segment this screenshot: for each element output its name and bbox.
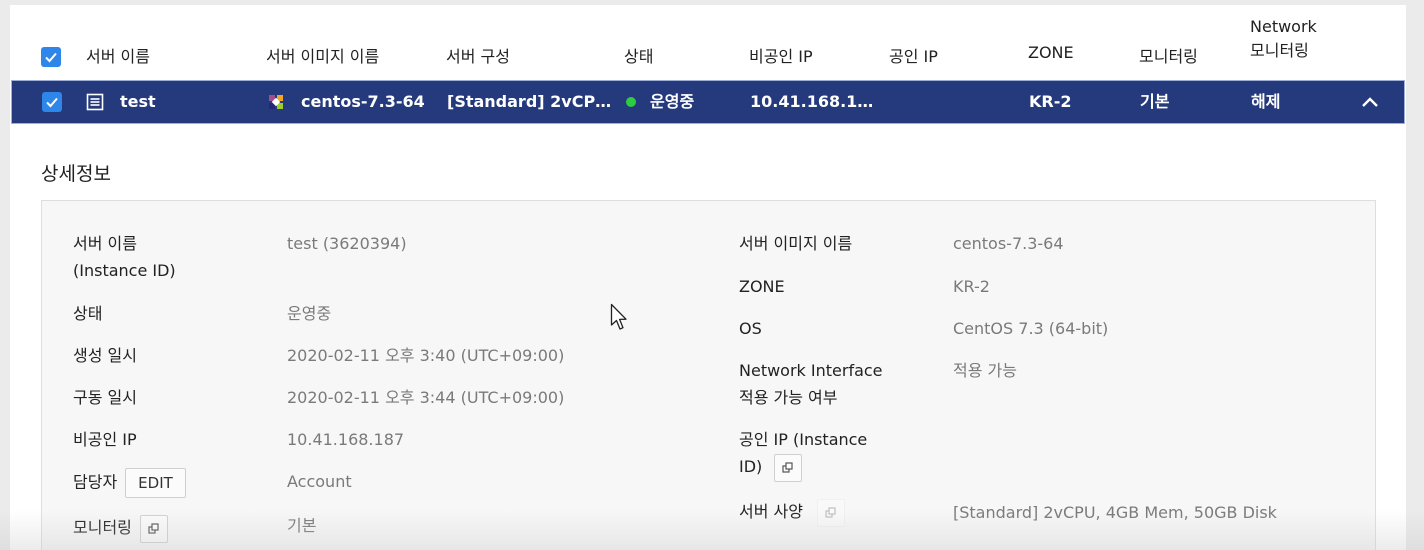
public-ip-popup-button[interactable] [774,453,803,482]
edit-owner-button[interactable]: EDIT [125,468,186,498]
value-owner: Account [287,472,352,491]
label-monitoring-text: 모니터링 [73,518,132,537]
label-os: OS [739,319,762,338]
label-started: 구동 일시 [73,388,137,407]
row-zone: KR-2 [1029,92,1072,111]
value-private-ip: 10.41.168.187 [287,430,405,449]
label-private-ip: 비공인 IP [73,430,137,449]
monitoring-popup-button[interactable] [139,514,168,543]
row-status: 운영중 [626,81,694,123]
row-server-spec: [Standard] 2vCP… [447,92,612,111]
copy-icon [782,461,793,473]
label-network-interface-line1: Network Interface [739,361,883,380]
header-zone[interactable]: ZONE [1028,43,1074,62]
label-network-interface-line2: 적용 가능 여부 [739,388,838,407]
header-status[interactable]: 상태 [624,43,653,67]
label-instance-id-line2: (Instance ID) [73,261,176,280]
centos-logo-icon [269,95,283,109]
label-public-ip-line1: 공인 IP (Instance [739,430,868,449]
table-row-selected[interactable]: test centos-7.3-64 [Standard] 2vCP… 운영중 … [11,80,1405,124]
row-checkbox[interactable] [42,92,62,112]
label-server-spec-text: 서버 사양 [739,502,803,521]
label-server-name: 서버 이름 (Instance ID) [73,230,176,284]
label-server-image: 서버 이미지 이름 [739,234,853,253]
label-public-ip-line2: ID) [739,453,867,482]
label-server-spec: 서버 사양 [739,498,845,527]
header-server-spec[interactable]: 서버 구성 [446,43,510,67]
value-monitoring: 기본 [287,516,317,535]
value-status: 운영중 [287,304,332,323]
label-status: 상태 [73,304,103,323]
row-server-name: test [120,92,156,111]
row-server-image: centos-7.3-64 [301,92,425,111]
label-public-ip: 공인 IP (Instance ID) [739,426,867,482]
header-network-monitoring-line1: Network [1250,17,1317,36]
header-private-ip[interactable]: 비공인 IP [749,43,813,67]
server-spec-popup-button[interactable] [816,498,845,527]
label-public-ip-line2-text: ID) [739,457,763,476]
value-created: 2020-02-11 오후 3:40 (UTC+09:00) [287,346,565,365]
server-list-panel: 서버 이름 서버 이미지 이름 서버 구성 상태 비공인 IP 공인 IP ZO… [10,5,1406,550]
row-status-text: 운영중 [650,92,695,111]
row-network-monitoring: 해제 [1251,92,1281,111]
checkbox-checked-icon [45,52,57,63]
row-private-ip: 10.41.168.1… [750,92,874,111]
header-server-image[interactable]: 서버 이미지 이름 [266,43,379,67]
value-server-image: centos-7.3-64 [953,234,1064,253]
row-monitoring: 기본 [1140,92,1170,111]
status-dot-icon [626,96,636,107]
copy-icon [825,506,836,518]
server-icon [86,93,104,111]
header-network-monitoring[interactable]: Network 모니터링 [1250,15,1317,63]
label-server-name-line1: 서버 이름 [73,234,137,253]
chevron-up-icon[interactable] [1360,94,1380,110]
label-created: 생성 일시 [73,346,137,365]
header-network-monitoring-line2: 모니터링 [1250,41,1309,60]
value-os: CentOS 7.3 (64-bit) [953,319,1109,338]
table-header: 서버 이름 서버 이미지 이름 서버 구성 상태 비공인 IP 공인 IP ZO… [10,5,1406,79]
value-network-interface: 적용 가능 [953,361,1017,380]
header-public-ip[interactable]: 공인 IP [889,43,938,67]
detail-title: 상세정보 [41,163,111,185]
value-server-spec: [Standard] 2vCPU, 4GB Mem, 50GB Disk [953,503,1277,522]
header-monitoring[interactable]: 모니터링 [1139,43,1198,67]
copy-icon [148,522,159,534]
label-owner-text: 담당자 [73,472,118,492]
checkbox-checked-icon [46,97,58,108]
select-all-checkbox[interactable] [41,47,61,67]
value-server-name: test (3620394) [287,234,407,253]
header-server-name[interactable]: 서버 이름 [86,43,150,67]
label-owner: 담당자 EDIT [73,468,186,498]
mouse-cursor-icon [610,303,627,330]
value-zone: KR-2 [953,277,990,296]
label-network-interface: Network Interface 적용 가능 여부 [739,357,883,411]
label-monitoring: 모니터링 [73,514,168,543]
value-started: 2020-02-11 오후 3:44 (UTC+09:00) [287,388,565,407]
label-zone: ZONE [739,277,785,296]
detail-box: 서버 이름 (Instance ID) test (3620394) 상태 운영… [41,200,1376,550]
